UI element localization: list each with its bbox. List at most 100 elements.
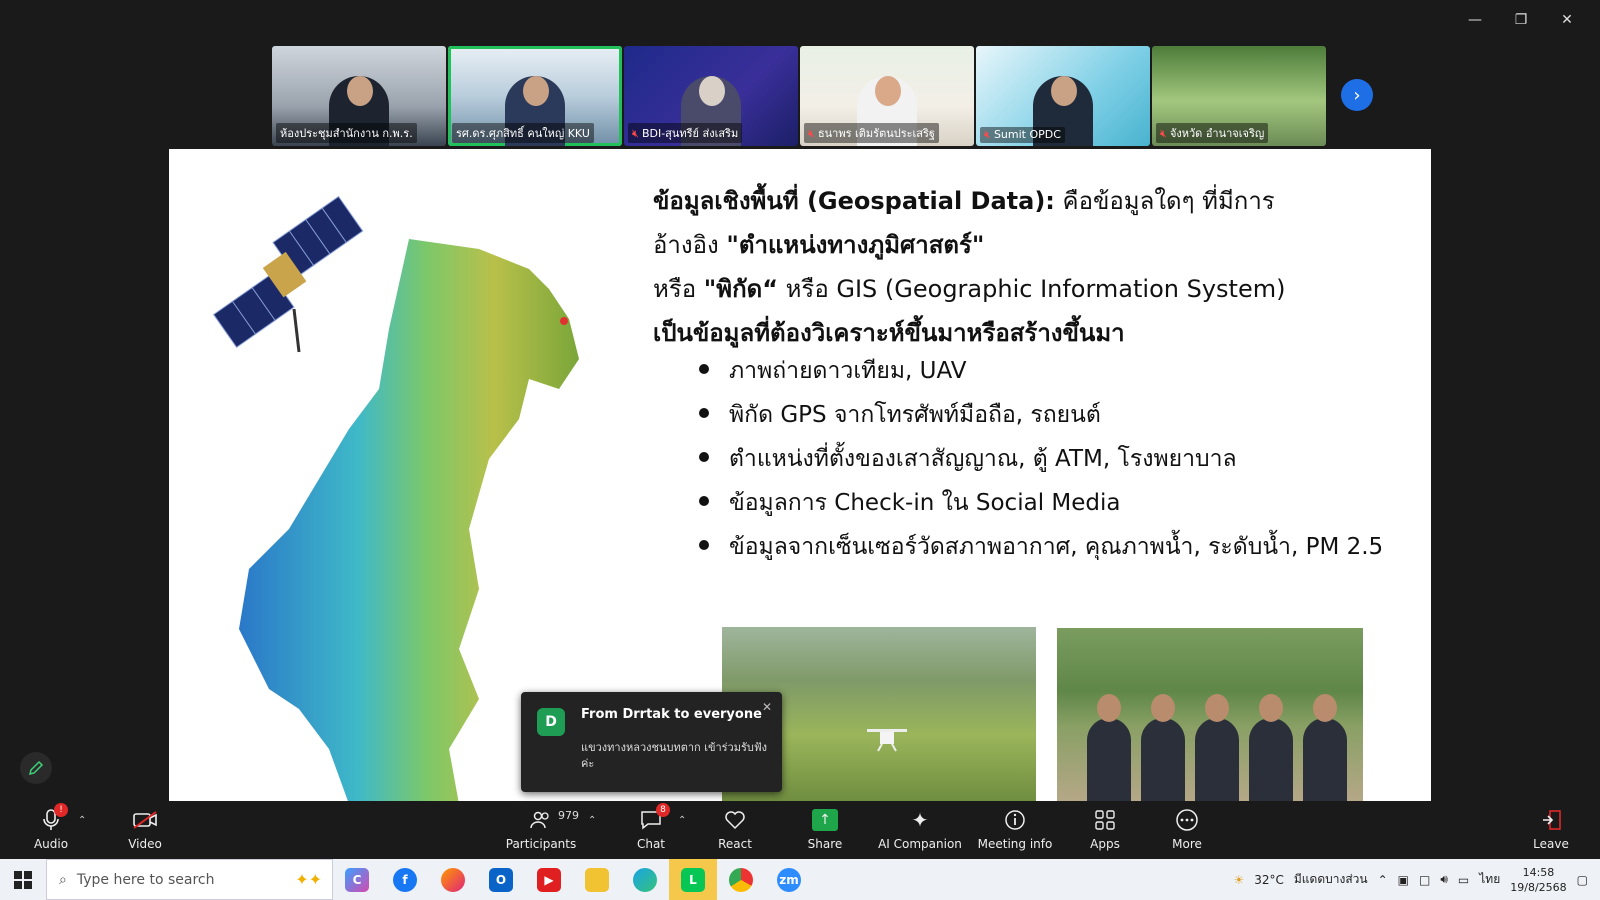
weather-text[interactable]: มีแดดบางส่วน (1294, 870, 1368, 889)
language-indicator[interactable]: ไทย (1479, 870, 1500, 889)
heading-text: หรือ (653, 275, 704, 303)
heading-bold-text: "ตำแหน่งทางภูมิศาสตร์" (726, 231, 985, 259)
participant-name-text: จังหวัด อำนาจเจริญ (1169, 127, 1265, 140)
taskbar-search-input[interactable]: ⌕ Type here to search ✦✦ (46, 859, 333, 900)
bullet-item: พิกัด GPS จากโทรศัพท์มือถือ, รถยนต์ (699, 393, 1383, 437)
meeting-info-button[interactable]: Meeting info (970, 807, 1060, 851)
field-team-photo (1057, 628, 1363, 801)
video-button[interactable]: Video (100, 807, 190, 851)
slide-heading: ข้อมูลเชิงพื้นที่ (Geospatial Data): คือ… (653, 179, 1413, 355)
outlook-icon[interactable]: O (477, 859, 525, 900)
weather-icon: ☀ (1233, 872, 1245, 887)
participant-name-text: BDI-สุนทรีย์ ส่งเสริม (641, 127, 739, 140)
participant-tile[interactable]: ห้องประชุมสำนักงาน ก.พ.ร. (272, 46, 446, 146)
search-highlight-sparkle-icon: ✦✦ (295, 870, 322, 889)
copilot-icon[interactable]: C (333, 859, 381, 900)
audio-alert-badge: ! (54, 803, 68, 817)
participant-name: 🔇︎ ธนาพร เติมรัตนประเสริฐ (804, 123, 939, 143)
participant-name: รศ.ดร.ศุภสิทธิ์ คนใหญ่ KKU (452, 123, 594, 143)
participant-tile-active-speaker[interactable]: รศ.ดร.ศุภสิทธิ์ คนใหญ่ KKU (448, 46, 622, 146)
clock[interactable]: 14:58 19/8/2568 (1510, 865, 1566, 895)
muted-mic-icon: 🔇︎ (808, 127, 815, 140)
share-screen-button[interactable]: ↑ Share (780, 807, 870, 851)
meeting-toolbar: ! Audio ⌃ Video Participants 979 ⌃ 8 Cha… (0, 801, 1600, 859)
react-button[interactable]: React (690, 807, 780, 851)
more-ellipsis-icon (1175, 807, 1199, 833)
windows-start-icon[interactable] (0, 859, 46, 900)
leave-button[interactable]: Leave (1506, 807, 1596, 851)
participant-tile[interactable]: 🔇︎ Sumit OPDC (976, 46, 1150, 146)
leave-label: Leave (1533, 837, 1569, 851)
participant-name-text: Sumit OPDC (993, 128, 1061, 141)
muted-mic-icon: 🔇︎ (632, 127, 639, 140)
volume-icon[interactable]: 🔊︎ (1440, 872, 1448, 887)
zoom-meeting-window: — ❐ ✕ ห้องประชุมสำนักงาน ก.พ.ร. รศ.ดร.ศุ… (0, 0, 1600, 900)
line-app-icon[interactable]: L (669, 859, 717, 900)
clock-date: 19/8/2568 (1510, 880, 1567, 894)
participant-tile[interactable]: 🔇︎ ธนาพร เติมรัตนประเสริฐ (800, 46, 974, 146)
meeting-info-label: Meeting info (977, 837, 1053, 851)
muted-mic-icon: 🔇︎ (984, 128, 991, 141)
zoom-app-icon[interactable]: zm (765, 859, 813, 900)
chat-notification-popup[interactable]: D From Drrtak to everyone แขวงทางหลวงชนบ… (521, 692, 782, 792)
bullet-item: ตำแหน่งที่ตั้งของเสาสัญญาณ, ตู้ ATM, โรง… (699, 437, 1383, 481)
sender-avatar: D (537, 708, 565, 736)
chat-message: แขวงทางหลวงชนบทตาก เข้าร่วมรับฟังค่ะ (581, 741, 768, 770)
chat-label: Chat (636, 837, 666, 851)
chat-unread-badge: 8 (656, 803, 670, 817)
share-label: Share (807, 837, 843, 851)
notification-icon[interactable]: ▢ (1577, 873, 1588, 887)
participants-options-caret-icon[interactable]: ⌃ (588, 815, 596, 826)
camera-tray-icon[interactable]: ▣ (1398, 873, 1409, 887)
close-icon[interactable]: ✕ (762, 700, 772, 714)
audio-options-caret-icon[interactable]: ⌃ (78, 815, 86, 826)
chat-sender: From Drrtak to everyone (581, 707, 762, 722)
info-icon (1004, 807, 1026, 833)
close-icon[interactable]: ✕ (1544, 8, 1590, 32)
heading-bold-text: "พิกัด“ (703, 275, 778, 303)
participants-label: Participants (505, 837, 577, 851)
heading-bold-text: ข้อมูลเชิงพื้นที่ (Geospatial Data): (653, 187, 1055, 215)
network-icon[interactable]: □ (1419, 873, 1430, 887)
bullet-item: ข้อมูลจากเซ็นเซอร์วัดสภาพอากาศ, คุณภาพน้… (699, 525, 1383, 569)
apps-button[interactable]: Apps (1060, 807, 1150, 851)
windows-taskbar: ⌕ Type here to search ✦✦ C f O ▶ L zm ☀ … (0, 859, 1600, 900)
participant-tile[interactable]: 🔇︎ จังหวัด อำนาจเจริญ (1152, 46, 1326, 146)
participant-tile[interactable]: 🔇︎ BDI-สุนทรีย์ ส่งเสริม (624, 46, 798, 146)
apps-label: Apps (1090, 837, 1120, 851)
facebook-icon[interactable]: f (381, 859, 429, 900)
tray-expand-chevron-icon[interactable]: ⌃ (1378, 873, 1388, 887)
youtube-icon[interactable]: ▶ (525, 859, 573, 900)
chat-options-caret-icon[interactable]: ⌃ (678, 815, 686, 826)
heading-text: อ้างอิง (653, 231, 727, 259)
participant-strip: ห้องประชุมสำนักงาน ก.พ.ร. รศ.ดร.ศุภสิทธิ… (272, 46, 1328, 146)
next-page-chevron-icon[interactable]: › (1341, 79, 1373, 111)
firefox-icon[interactable] (429, 859, 477, 900)
chat-icon: 8 (640, 803, 670, 833)
file-explorer-icon[interactable] (573, 859, 621, 900)
display-icon[interactable]: ▭ (1458, 873, 1469, 887)
minimize-icon[interactable]: — (1452, 8, 1498, 32)
microphone-icon: ! (42, 803, 68, 833)
chat-button[interactable]: 8 Chat (606, 803, 696, 851)
weather-temp[interactable]: 32°C (1254, 873, 1284, 887)
participants-icon (530, 807, 552, 833)
bullet-list: ภาพถ่ายดาวเทียม, UAV พิกัด GPS จากโทรศัพ… (699, 349, 1383, 569)
bullet-item: ข้อมูลการ Check-in ใน Social Media (699, 481, 1383, 525)
participant-name: 🔇︎ BDI-สุนทรีย์ ส่งเสริม (628, 123, 743, 143)
exit-door-icon (1540, 807, 1562, 833)
restore-icon[interactable]: ❐ (1498, 8, 1544, 32)
ai-companion-button[interactable]: ✦ AI Companion (875, 807, 965, 851)
participant-name: 🔇︎ Sumit OPDC (980, 127, 1065, 143)
edge-browser-icon[interactable] (621, 859, 669, 900)
video-label: Video (128, 837, 162, 851)
audio-label: Audio (33, 837, 69, 851)
video-off-icon (132, 807, 158, 833)
annotate-pen-icon[interactable] (20, 752, 52, 784)
drone-icon (867, 729, 907, 752)
ai-companion-label: AI Companion (878, 837, 962, 851)
participant-name-text: ธนาพร เติมรัตนประเสริฐ (817, 127, 935, 140)
chrome-icon[interactable] (717, 859, 765, 900)
more-button[interactable]: More (1142, 807, 1232, 851)
audio-button[interactable]: ! Audio (6, 803, 96, 851)
